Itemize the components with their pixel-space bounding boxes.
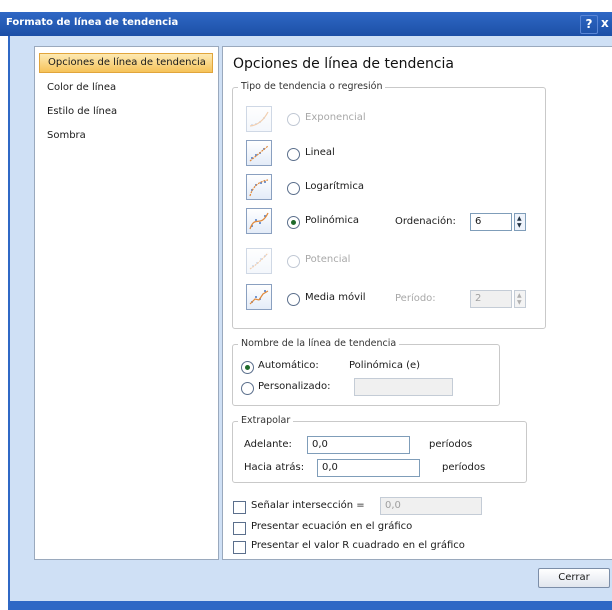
exponential-radio[interactable] [287, 113, 300, 126]
set-intercept-label: Señalar intersección = [251, 500, 365, 511]
window-title: Formato de línea de tendencia [6, 17, 179, 28]
forward-input[interactable]: 0,0 [307, 436, 410, 454]
moving-average-icon [246, 284, 272, 310]
spin-down-icon[interactable]: ▼ [517, 223, 522, 229]
sidebar-item-line-color[interactable]: Color de línea [39, 79, 213, 97]
trendline-name-group: Nombre de la línea de tendencia Automáti… [232, 338, 500, 406]
set-intercept-checkbox[interactable] [233, 501, 246, 514]
automatic-name-value: Polinómica (e) [349, 360, 421, 371]
backward-input[interactable]: 0,0 [317, 459, 420, 477]
sidebar-item-line-style[interactable]: Estilo de línea [39, 103, 213, 121]
backward-label: Hacia atrás: [244, 462, 305, 473]
spin-down-icon[interactable]: ▼ [517, 300, 522, 306]
linear-radio[interactable] [287, 148, 300, 161]
trend-type-legend: Tipo de tendencia o regresión [238, 81, 386, 92]
display-equation-label: Presentar ecuación en el gráfico [251, 521, 413, 532]
backward-unit: períodos [442, 462, 486, 473]
sidebar-item-label: Color de línea [47, 82, 117, 93]
linear-icon [246, 140, 272, 166]
moving-average-radio[interactable] [287, 293, 300, 306]
help-button[interactable]: ? [580, 15, 598, 34]
sidebar-item-label: Opciones de línea de tendencia [48, 57, 206, 68]
options-panel: Opciones de línea de tendencia Tipo de t… [222, 46, 612, 560]
power-radio[interactable] [287, 255, 300, 268]
title-bar: Formato de línea de tendencia ? x [0, 12, 612, 36]
display-r-squared-label: Presentar el valor R cuadrado en el gráf… [251, 540, 465, 551]
extrapolate-group: Extrapolar Adelante: 0,0 períodos Hacia … [232, 415, 527, 483]
close-button[interactable]: Cerrar [538, 568, 610, 588]
forward-label: Adelante: [244, 439, 292, 450]
extrapolate-legend: Extrapolar [238, 415, 294, 426]
polynomial-icon [246, 208, 272, 234]
period-label: Período: [395, 293, 436, 304]
sidebar-item-label: Sombra [47, 130, 86, 141]
sidebar-item-label: Estilo de línea [47, 106, 118, 117]
period-input[interactable]: 2 [470, 290, 512, 308]
exponential-icon [246, 106, 272, 132]
custom-name-label: Personalizado: [258, 381, 331, 392]
sidebar-item-trendline-options[interactable]: Opciones de línea de tendencia [39, 53, 213, 73]
polynomial-radio[interactable] [287, 216, 300, 229]
close-window-button[interactable]: x [601, 16, 609, 30]
period-spinner[interactable]: ▲ ▼ [514, 290, 526, 308]
sidebar-item-shadow[interactable]: Sombra [39, 127, 213, 145]
display-equation-checkbox[interactable] [233, 522, 246, 535]
display-r-squared-checkbox[interactable] [233, 541, 246, 554]
forward-unit: períodos [429, 439, 473, 450]
moving-average-label: Media móvil [305, 292, 366, 303]
power-label: Potencial [305, 254, 351, 265]
automatic-name-radio[interactable] [241, 361, 254, 374]
logarithmic-icon [246, 174, 272, 200]
intercept-input[interactable]: 0,0 [380, 497, 482, 515]
linear-label: Lineal [305, 147, 335, 158]
polynomial-label: Polinómica [305, 215, 359, 226]
custom-name-radio[interactable] [241, 382, 254, 395]
order-spinner[interactable]: ▲ ▼ [514, 213, 526, 231]
power-icon [246, 248, 272, 274]
logarithmic-label: Logarítmica [305, 181, 364, 192]
window-bottom-border [8, 601, 612, 610]
order-label: Ordenación: [395, 216, 456, 227]
automatic-name-label: Automático: [258, 360, 319, 371]
order-input[interactable]: 6 [470, 213, 512, 231]
sidebar: Opciones de línea de tendencia Color de … [34, 46, 219, 560]
panel-heading: Opciones de línea de tendencia [233, 56, 454, 72]
custom-name-input[interactable] [354, 378, 453, 396]
trendline-name-legend: Nombre de la línea de tendencia [238, 338, 400, 349]
exponential-label: Exponencial [305, 112, 366, 123]
trend-type-group: Tipo de tendencia o regresión Exponencia… [232, 81, 546, 329]
logarithmic-radio[interactable] [287, 182, 300, 195]
